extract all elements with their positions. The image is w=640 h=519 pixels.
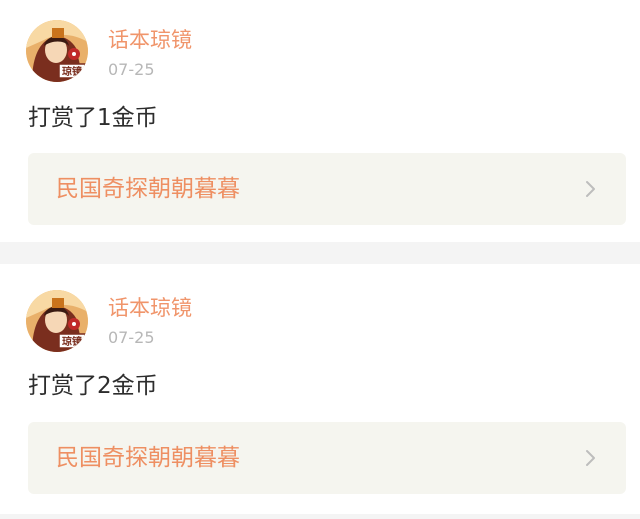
chevron-right-icon	[586, 450, 595, 466]
avatar[interactable]: 琼镜	[26, 20, 88, 82]
reward-message: 打赏了2金币	[28, 373, 158, 399]
book-title: 民国奇探朝朝暮暮	[56, 176, 240, 202]
reward-card: 琼镜 话本琼镜 07-25 打赏了1金币 民国奇探朝朝暮暮	[0, 0, 640, 242]
reward-card: 琼镜 话本琼镜 07-25 打赏了2金币 民国奇探朝朝暮暮	[0, 264, 640, 514]
avatar-image: 琼镜	[26, 20, 88, 82]
book-link[interactable]: 民国奇探朝朝暮暮	[28, 153, 626, 225]
author-name[interactable]: 话本琼镜	[108, 26, 192, 54]
book-title: 民国奇探朝朝暮暮	[56, 445, 240, 471]
post-date: 07-25	[108, 328, 155, 347]
book-link[interactable]: 民国奇探朝朝暮暮	[28, 422, 626, 494]
reward-message: 打赏了1金币	[28, 105, 158, 131]
svg-text:琼镜: 琼镜	[62, 335, 82, 348]
reward-feed: 琼镜 话本琼镜 07-25 打赏了1金币 民国奇探朝朝暮暮 琼镜 话本琼镜 07…	[0, 0, 640, 519]
post-date: 07-25	[108, 60, 155, 79]
chevron-right-icon	[586, 181, 595, 197]
author-name[interactable]: 话本琼镜	[108, 294, 192, 322]
avatar-image: 琼镜	[26, 290, 88, 352]
svg-text:琼镜: 琼镜	[62, 65, 82, 78]
avatar[interactable]: 琼镜	[26, 290, 88, 352]
